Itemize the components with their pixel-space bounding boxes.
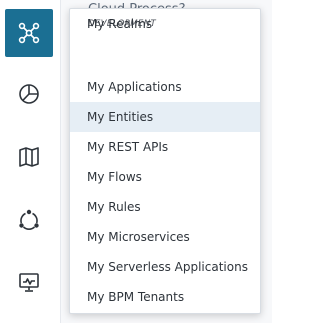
menu-item-my-bpm-tenants[interactable]: My BPM Tenants bbox=[70, 282, 260, 312]
monitor-icon bbox=[19, 273, 39, 292]
menu-item-my-realms[interactable]: My Realms bbox=[70, 9, 260, 39]
integrations-icon bbox=[18, 22, 40, 44]
menu-item-my-applications[interactable]: My Applications bbox=[70, 72, 260, 102]
menu-item-my-serverless-applications[interactable]: My Serverless Applications bbox=[70, 252, 260, 282]
nav-item-network[interactable] bbox=[5, 196, 53, 244]
nav-item-analytics[interactable] bbox=[5, 70, 53, 118]
nav-item-integrations[interactable] bbox=[5, 9, 53, 57]
menu-item-my-flows[interactable]: My Flows bbox=[70, 162, 260, 192]
menu-item-my-microservices[interactable]: My Microservices bbox=[70, 222, 260, 252]
network-icon bbox=[19, 209, 39, 230]
menu-item-my-rules[interactable]: My Rules bbox=[70, 192, 260, 222]
menu-item-my-entities[interactable]: My Entities bbox=[70, 102, 260, 132]
nav-item-monitor[interactable] bbox=[5, 258, 53, 306]
menu-item-my-rest-apis[interactable]: My REST APIs bbox=[70, 132, 260, 162]
development-menu: DEVELOPMENT My Applications My Entities … bbox=[69, 8, 261, 314]
nav-item-map[interactable] bbox=[5, 133, 53, 181]
sidebar bbox=[0, 0, 61, 323]
analytics-icon bbox=[19, 84, 39, 104]
map-icon bbox=[19, 147, 39, 167]
